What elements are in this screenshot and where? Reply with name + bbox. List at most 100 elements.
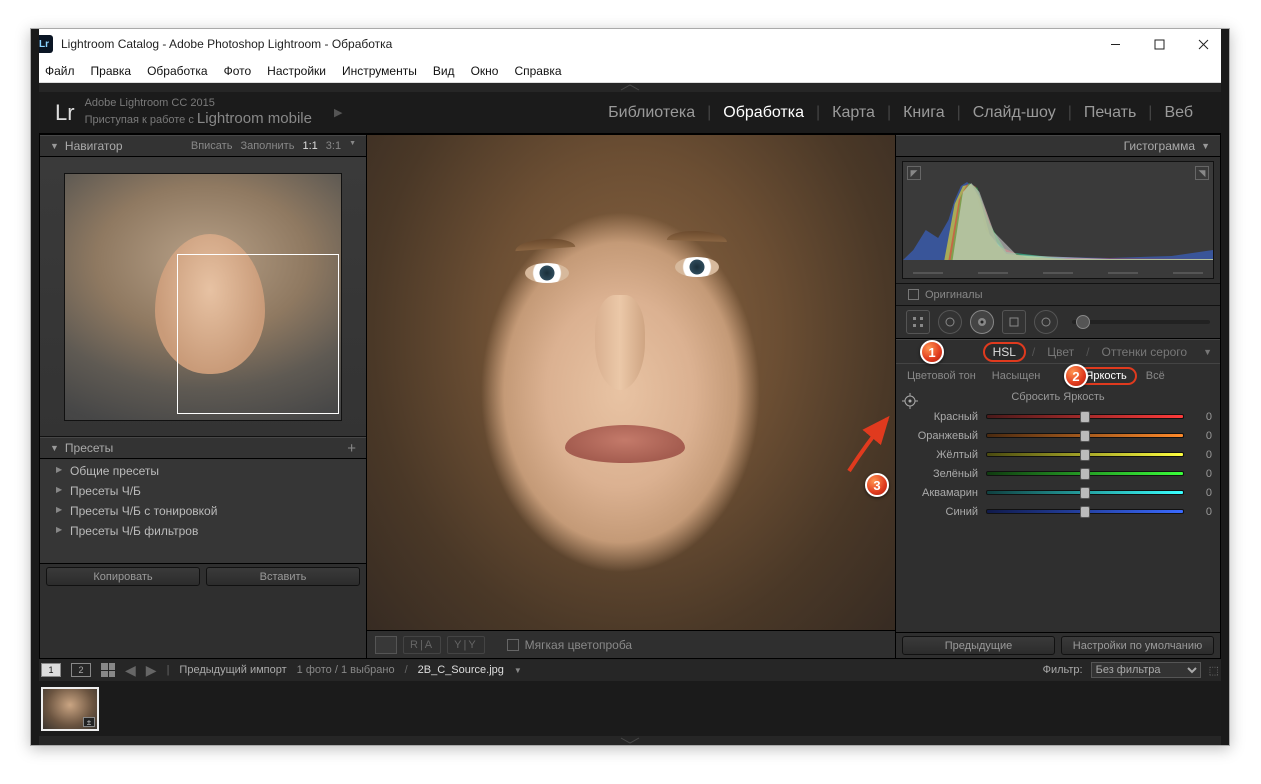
menu-settings[interactable]: Настройки [259,64,334,78]
filename-label[interactable]: 2B_C_Source.jpg [418,664,504,676]
highlight-clip-icon[interactable]: ◥ [1195,166,1209,180]
slider-value[interactable]: 0 [1184,468,1212,480]
previous-button[interactable]: Предыдущие [902,636,1055,655]
slider-track[interactable] [986,414,1184,419]
spot-tool-icon[interactable] [938,310,962,334]
filmstrip-thumbs[interactable]: ± [31,681,1229,736]
originals-row[interactable]: Оригиналы [896,283,1220,305]
module-web[interactable]: Веб [1152,104,1205,122]
menu-tools[interactable]: Инструменты [334,64,425,78]
close-button[interactable] [1181,30,1225,58]
image-canvas[interactable]: 3 [367,135,895,630]
maximize-button[interactable] [1137,30,1181,58]
slider-value[interactable]: 0 [1184,449,1212,461]
slider-track[interactable] [986,471,1184,476]
crop-tool-icon[interactable] [906,310,930,334]
grid-view-icon[interactable] [101,663,115,677]
softproof-checkbox[interactable] [507,639,519,651]
filter-label: Фильтр: [1043,664,1083,676]
count-label: 1 фото / 1 выбрано [297,664,395,676]
menu-view[interactable]: Вид [425,64,463,78]
module-print[interactable]: Печать [1072,104,1148,122]
slider-knob[interactable] [1080,411,1090,423]
left-edge-toggle[interactable] [31,29,39,745]
gradient-tool-icon[interactable] [1002,310,1026,334]
zoom-fill[interactable]: Заполнить [240,140,294,152]
navigator-header[interactable]: ▼Навигатор Вписать Заполнить 1:1 3:1 ▼ [40,135,366,157]
slider-knob[interactable] [1080,506,1090,518]
annotation-badge-3: 3 [865,473,889,497]
reset-button[interactable]: Настройки по умолчанию [1061,636,1214,655]
subtab-hue[interactable]: Цветовой тон [900,368,983,384]
subtab-saturation[interactable]: Насыщен [985,368,1048,384]
prev-photo-icon[interactable]: ◀ [125,662,136,679]
tab-grayscale[interactable]: Оттенки серого [1095,344,1193,360]
brush-tool-slider[interactable] [1072,320,1210,324]
next-photo-icon[interactable]: ▶ [146,662,157,679]
navigator-viewport-rect[interactable] [177,254,339,414]
filter-lock-icon[interactable]: ⬚ [1209,664,1219,677]
preset-group[interactable]: Пресеты Ч/Б [40,481,366,501]
histogram-header[interactable]: Гистограмма▼ [896,135,1220,157]
secondary-display-icon[interactable]: 2 [71,663,91,677]
paste-settings-button[interactable]: Вставить [206,567,360,586]
histogram[interactable]: ◤ ◥ [902,161,1214,279]
radial-tool-icon[interactable] [1034,310,1058,334]
bottom-panel-toggle[interactable] [31,736,1229,745]
slider-value[interactable]: 0 [1184,506,1212,518]
target-adjust-icon[interactable] [902,393,920,411]
slider-knob[interactable] [1080,449,1090,461]
preset-group[interactable]: Пресеты Ч/Б фильтров [40,521,366,541]
copy-settings-button[interactable]: Копировать [46,567,200,586]
navigator-preview[interactable] [40,157,366,437]
slider-track[interactable] [986,433,1184,438]
module-map[interactable]: Карта [820,104,887,122]
zoom-fit[interactable]: Вписать [191,140,233,152]
module-slideshow[interactable]: Слайд-шоу [961,104,1068,122]
slider-value[interactable]: 0 [1184,411,1212,423]
before-after-yy-icon[interactable]: Y|Y [447,636,485,654]
slider-knob[interactable] [1080,430,1090,442]
subtab-all[interactable]: Всё [1139,368,1172,384]
zoom-1-1[interactable]: 1:1 [302,140,317,152]
slider-value[interactable]: 0 [1184,430,1212,442]
before-after-ra-icon[interactable]: R|A [403,636,441,654]
module-book[interactable]: Книга [891,104,956,122]
activity-indicator[interactable]: ▶ [334,106,342,119]
minimize-button[interactable] [1093,30,1137,58]
add-preset-icon[interactable]: + [347,440,356,457]
right-edge-toggle[interactable] [1221,29,1229,745]
menu-file[interactable]: Файл [37,64,83,78]
preset-group[interactable]: Общие пресеты [40,461,366,481]
menu-help[interactable]: Справка [506,64,569,78]
preset-group[interactable]: Пресеты Ч/Б с тонировкой [40,501,366,521]
slider-value[interactable]: 0 [1184,487,1212,499]
slider-knob[interactable] [1080,487,1090,499]
module-library[interactable]: Библиотека [596,104,707,122]
menu-photo[interactable]: Фото [216,64,260,78]
reset-luminance-label[interactable]: Сбросить Яркость [896,387,1220,407]
source-label[interactable]: Предыдущий импорт [179,664,286,676]
menu-develop[interactable]: Обработка [139,64,216,78]
lightroom-mobile-link[interactable]: Lightroom mobile [197,110,312,127]
redeye-tool-icon[interactable] [970,310,994,334]
shadow-clip-icon[interactable]: ◤ [907,166,921,180]
module-develop[interactable]: Обработка [711,104,816,122]
menu-edit[interactable]: Правка [83,64,140,78]
slider-track[interactable] [986,509,1184,514]
tab-color[interactable]: Цвет [1041,344,1080,360]
filter-select[interactable]: Без фильтра [1091,662,1201,678]
zoom-menu-icon[interactable]: ▼ [349,140,356,152]
menu-window[interactable]: Окно [463,64,507,78]
tab-hsl[interactable]: HSL [983,342,1026,362]
slider-track[interactable] [986,490,1184,495]
zoom-3-1[interactable]: 3:1 [326,140,341,152]
primary-display-icon[interactable]: 1 [41,663,61,677]
slider-knob[interactable] [1080,468,1090,480]
filmstrip-thumb[interactable]: ± [41,687,99,731]
top-panel-toggle[interactable] [31,83,1229,92]
slider-track[interactable] [986,452,1184,457]
slider-row: Красный0 [904,407,1212,426]
presets-header[interactable]: ▼Пресеты + [40,437,366,459]
loupe-view-icon[interactable] [375,636,397,654]
